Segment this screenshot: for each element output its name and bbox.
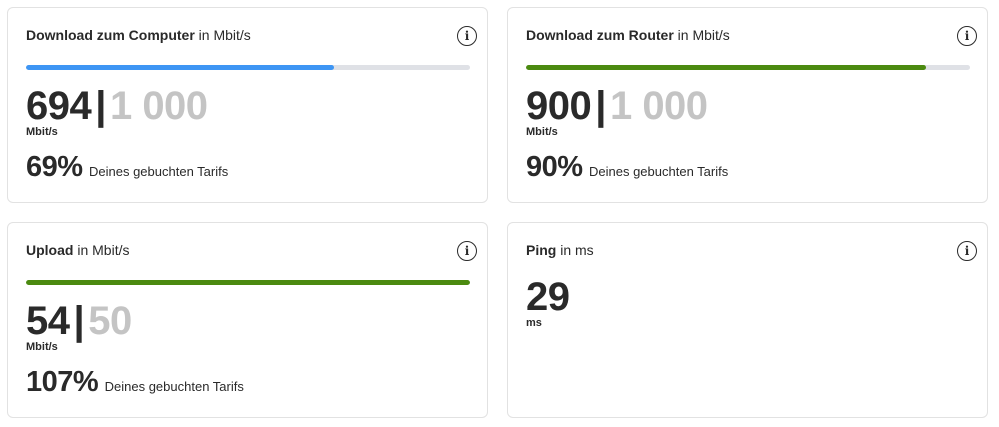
card-title: Download zum Computer in Mbit/s bbox=[26, 26, 251, 44]
percent-value: 90% bbox=[526, 151, 583, 183]
percent-text: Deines gebuchten Tarifs bbox=[104, 379, 244, 394]
speed-value-row: 900 | 1 000 bbox=[526, 84, 708, 128]
download-router-card: Download zum Router in Mbit/s i 900 | 1 00… bbox=[507, 7, 988, 203]
speed-unit: Mbit/s bbox=[526, 126, 558, 138]
card-title-label: Upload bbox=[26, 242, 74, 258]
ping-unit: ms bbox=[526, 317, 542, 329]
speed-value: 900 bbox=[526, 84, 592, 128]
card-title-unit: in Mbit/s bbox=[677, 27, 730, 43]
percent-text: Deines gebuchten Tarifs bbox=[589, 164, 729, 179]
tariff-max-value: 1 000 bbox=[109, 84, 208, 128]
speed-value: 694 bbox=[26, 84, 92, 128]
ping-card: Ping in ms i 29 ms bbox=[507, 222, 988, 418]
speed-value: 54 bbox=[26, 299, 70, 343]
percent-text: Deines gebuchten Tarifs bbox=[89, 164, 229, 179]
info-icon[interactable]: i bbox=[457, 241, 477, 261]
card-title-unit: in ms bbox=[560, 242, 594, 258]
speed-value-row: 54 | 50 bbox=[26, 299, 132, 343]
card-title-label: Download zum Router bbox=[526, 27, 674, 43]
info-icon[interactable]: i bbox=[457, 26, 477, 46]
percent-row: 69% Deines gebuchten Tarifs bbox=[26, 152, 228, 182]
info-icon-glyph: i bbox=[464, 29, 470, 43]
card-title-unit: in Mbit/s bbox=[198, 27, 251, 43]
ping-value: 29 bbox=[526, 275, 570, 319]
progress-bar bbox=[26, 280, 470, 285]
upload-card: Upload in Mbit/s i 54 | 50 Mbit/s 107% Dei… bbox=[7, 222, 488, 418]
card-title: Upload in Mbit/s bbox=[26, 241, 129, 259]
progress-fill bbox=[526, 65, 926, 70]
progress-bar bbox=[26, 65, 470, 70]
percent-value: 107% bbox=[26, 366, 99, 398]
percent-row: 90% Deines gebuchten Tarifs bbox=[526, 152, 728, 182]
percent-row: 107% Deines gebuchten Tarifs bbox=[26, 367, 244, 397]
progress-bar bbox=[526, 65, 970, 70]
info-icon-glyph: i bbox=[464, 244, 470, 258]
card-title-label: Download zum Computer bbox=[26, 27, 195, 43]
value-separator: | bbox=[95, 84, 106, 128]
speed-unit: Mbit/s bbox=[26, 126, 58, 138]
info-icon[interactable]: i bbox=[957, 241, 977, 261]
card-title: Ping in ms bbox=[526, 241, 594, 259]
card-title: Download zum Router in Mbit/s bbox=[526, 26, 730, 44]
tariff-max-value: 50 bbox=[88, 299, 132, 343]
download-computer-card: Download zum Computer in Mbit/s i 694 | 1 … bbox=[7, 7, 488, 203]
tariff-max-value: 1 000 bbox=[609, 84, 708, 128]
value-separator: | bbox=[73, 299, 85, 343]
info-icon[interactable]: i bbox=[957, 26, 977, 46]
card-title-unit: in Mbit/s bbox=[77, 242, 130, 258]
card-title-label: Ping bbox=[526, 242, 557, 258]
percent-value: 69% bbox=[26, 151, 83, 183]
progress-fill bbox=[26, 65, 335, 70]
ping-value-row: 29 bbox=[526, 275, 570, 319]
speed-value-row: 694 | 1 000 bbox=[26, 84, 208, 128]
info-icon-glyph: i bbox=[964, 244, 970, 258]
info-icon-glyph: i bbox=[964, 29, 970, 43]
value-separator: | bbox=[595, 84, 606, 128]
speed-unit: Mbit/s bbox=[26, 341, 58, 353]
progress-fill bbox=[26, 280, 470, 285]
